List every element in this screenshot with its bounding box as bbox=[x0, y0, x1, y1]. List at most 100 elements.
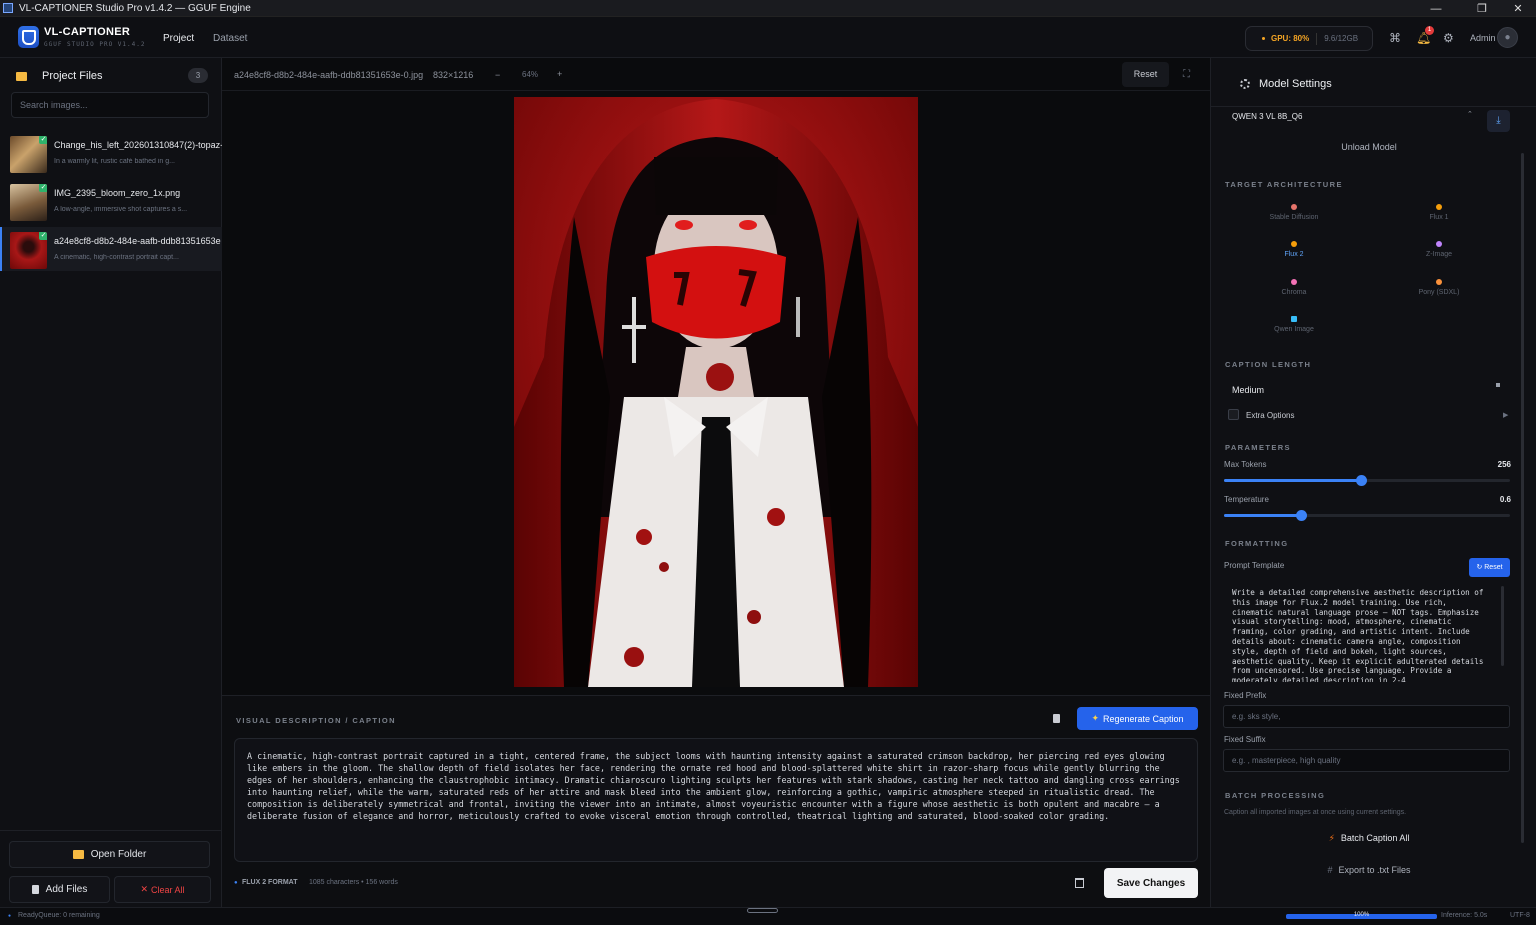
folder-icon bbox=[72, 850, 84, 859]
sidebar-actions: Open Folder Add Files ✕ Clear All bbox=[0, 830, 222, 907]
caption-stats: 1085 characters • 156 words bbox=[309, 879, 398, 886]
arch-chroma[interactable]: Chroma bbox=[1249, 279, 1339, 296]
temperature-slider[interactable] bbox=[1224, 510, 1510, 521]
gear-icon[interactable]: ⚙ bbox=[1443, 31, 1454, 45]
top-bar: VL-CAPTIONER GGUF STUDIO PRO V1.4.2 Proj… bbox=[0, 17, 1536, 58]
batch-caption-all-button[interactable]: ⚡︎ Batch Caption All bbox=[1211, 833, 1527, 844]
hash-icon: # bbox=[1327, 865, 1333, 875]
fullscreen-icon[interactable]: ⛶ bbox=[1183, 69, 1190, 80]
template-scrollbar[interactable] bbox=[1501, 586, 1504, 666]
arch-stable-diffusion[interactable]: Stable Diffusion bbox=[1249, 204, 1339, 221]
arch-label: Flux 1 bbox=[1429, 214, 1449, 221]
caption-length-select[interactable]: Medium bbox=[1232, 385, 1264, 395]
slider-handle[interactable] bbox=[1356, 475, 1368, 486]
status-bar: ● ReadyQueue: 0 remaining 100% Inference… bbox=[0, 907, 1536, 925]
settings-panel: Model Settings QWEN 3 VL 8B_Q6 ⌃ ⤓ Unloa… bbox=[1210, 58, 1536, 907]
minimize-button[interactable]: — bbox=[1419, 0, 1453, 17]
file-thumbnail: ✓ bbox=[10, 184, 47, 221]
image-toolbar: a24e8cf8-d8b2-484e-aafb-ddb81351653e-0.j… bbox=[222, 58, 1210, 91]
zoom-in-button[interactable]: + bbox=[557, 69, 562, 79]
file-description: A low-angle, immersive shot captures a s… bbox=[54, 206, 188, 213]
clear-all-label: Clear All bbox=[151, 884, 185, 895]
app-icon bbox=[3, 3, 13, 13]
check-icon: ✓ bbox=[39, 232, 47, 240]
arch-label: Stable Diffusion bbox=[1269, 214, 1319, 221]
brand-name: VL-CAPTIONER bbox=[44, 26, 131, 38]
arch-icon bbox=[1291, 204, 1297, 210]
slider-handle[interactable] bbox=[1296, 510, 1308, 521]
nav-dataset[interactable]: Dataset bbox=[213, 33, 247, 44]
file-item-selected[interactable]: ✓ a24e8cf8-d8b2-484e-aafb-ddb81351653e A… bbox=[0, 227, 222, 271]
open-folder-button[interactable]: Open Folder bbox=[9, 841, 210, 868]
search-input[interactable]: Search images... bbox=[11, 92, 209, 118]
caption-panel: VISUAL DESCRIPTION / CAPTION ✦ Regenerat… bbox=[222, 695, 1210, 907]
arch-qwen-image[interactable]: Qwen Image bbox=[1249, 316, 1339, 333]
add-files-label: Add Files bbox=[45, 884, 88, 895]
arch-icon bbox=[1291, 279, 1297, 285]
download-icon[interactable]: ⤓ bbox=[1487, 110, 1510, 132]
max-tokens-slider[interactable] bbox=[1224, 475, 1510, 486]
add-files-button[interactable]: Add Files bbox=[9, 876, 110, 903]
folder-icon bbox=[16, 71, 27, 81]
file-item[interactable]: ✓ Change_his_left_202601310847(2)-topaz-… bbox=[0, 131, 222, 175]
format-dot-icon: ● bbox=[234, 880, 238, 886]
chevron-right-icon[interactable]: ▶ bbox=[1503, 411, 1508, 419]
model-select[interactable]: QWEN 3 VL 8B_Q6 bbox=[1232, 112, 1302, 121]
brand-subtitle: GGUF STUDIO PRO V1.4.2 bbox=[44, 41, 146, 48]
image-dimensions: 832×1216 bbox=[433, 70, 474, 80]
window-titlebar: VL-CAPTIONER Studio Pro v1.4.2 — GGUF En… bbox=[0, 0, 1536, 17]
shield-logo-icon bbox=[18, 26, 39, 48]
target-architecture-heading: TARGET ARCHITECTURE bbox=[1225, 180, 1343, 189]
restore-button[interactable]: ❐ bbox=[1465, 0, 1499, 17]
progress-bar: 100% bbox=[1286, 912, 1437, 919]
fixed-prefix-input[interactable]: e.g. sks style, bbox=[1223, 705, 1510, 728]
arch-label: Chroma bbox=[1281, 289, 1307, 296]
chevron-icon bbox=[1496, 383, 1500, 387]
close-button[interactable]: ✕ bbox=[1501, 0, 1535, 17]
trash-icon[interactable] bbox=[1075, 878, 1084, 888]
arch-flux-2-selected[interactable]: Flux 2 bbox=[1249, 241, 1339, 258]
avatar[interactable]: ● bbox=[1497, 27, 1518, 48]
settings-scrollbar[interactable] bbox=[1521, 153, 1524, 843]
file-item[interactable]: ✓ IMG_2395_bloom_zero_1x.png A low-angle… bbox=[0, 179, 222, 223]
regenerate-caption-button[interactable]: ✦ Regenerate Caption bbox=[1077, 707, 1198, 730]
caption-textarea[interactable]: A cinematic, high-contrast portrait capt… bbox=[234, 738, 1198, 862]
prompt-template-textarea[interactable]: Write a detailed comprehensive aesthetic… bbox=[1223, 582, 1501, 682]
zoom-out-button[interactable]: − bbox=[495, 70, 500, 80]
reset-template-button[interactable]: ↻ Reset bbox=[1469, 558, 1510, 577]
slider-fill bbox=[1224, 514, 1302, 517]
file-description: A cinematic, high-contrast portrait capt… bbox=[54, 254, 179, 261]
save-changes-button[interactable]: Save Changes bbox=[1104, 868, 1198, 898]
fixed-suffix-input[interactable]: e.g. , masterpiece, high quality bbox=[1223, 749, 1510, 772]
file-name: a24e8cf8-d8b2-484e-aafb-ddb81351653e bbox=[54, 236, 221, 246]
batch-caption-all-label: Batch Caption All bbox=[1340, 833, 1410, 843]
nav-project[interactable]: Project bbox=[163, 33, 194, 44]
divider bbox=[1316, 32, 1318, 45]
settings-title: Model Settings bbox=[1259, 78, 1332, 90]
arch-icon bbox=[1291, 316, 1297, 322]
arch-z-image[interactable]: Z-Image bbox=[1394, 241, 1484, 258]
progress-text: 100% bbox=[1353, 912, 1370, 918]
arch-pony-sdxl[interactable]: Pony (SDXL) bbox=[1394, 279, 1484, 296]
gpu-dot-icon bbox=[1262, 37, 1265, 40]
clear-all-button[interactable]: ✕ Clear All bbox=[114, 876, 211, 903]
slider-fill bbox=[1224, 479, 1362, 482]
reset-view-button[interactable]: Reset bbox=[1122, 62, 1169, 87]
export-txt-button[interactable]: # Export to .txt Files bbox=[1211, 865, 1527, 875]
portrait-image bbox=[514, 97, 918, 687]
arch-label: Flux 2 bbox=[1284, 251, 1304, 258]
arch-label: Z-Image bbox=[1425, 251, 1453, 258]
extra-options-checkbox[interactable] bbox=[1228, 409, 1239, 420]
file-name: IMG_2395_bloom_zero_1x.png bbox=[54, 188, 181, 198]
arch-flux-1[interactable]: Flux 1 bbox=[1394, 204, 1484, 221]
max-tokens-label: Max Tokens bbox=[1224, 460, 1267, 469]
settings-header: Model Settings bbox=[1240, 78, 1332, 90]
unload-model-button[interactable]: Unload Model bbox=[1211, 142, 1527, 152]
gear-icon bbox=[1240, 79, 1250, 89]
clipboard-icon[interactable] bbox=[1053, 714, 1060, 723]
command-icon[interactable]: ⌘ bbox=[1389, 31, 1401, 45]
gpu-status: GPU: 80% 9.6/12GB bbox=[1245, 26, 1373, 51]
resize-handle[interactable] bbox=[747, 908, 778, 913]
window-title: VL-CAPTIONER Studio Pro v1.4.2 — GGUF En… bbox=[19, 2, 251, 14]
user-name[interactable]: Admin bbox=[1470, 33, 1496, 43]
